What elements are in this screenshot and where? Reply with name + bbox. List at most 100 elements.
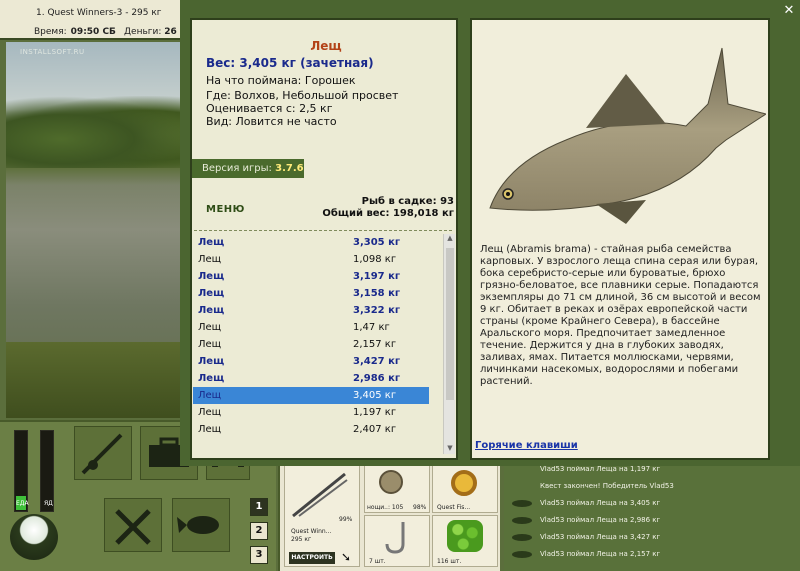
catch-row[interactable]: Лещ 3,427 кг — [193, 353, 429, 370]
catch-row[interactable]: Лещ 3,158 кг — [193, 285, 429, 302]
hook-icon — [385, 522, 405, 554]
keepnet-button[interactable] — [172, 498, 230, 552]
catch-fish-weight: 2,157 кг — [353, 339, 397, 350]
chat-line: Vlad53 поймал Леща на 2,986 кг — [512, 516, 660, 532]
caught-on: На что поймана: Горошек — [206, 74, 356, 87]
lake-view[interactable]: INSTALLSOFT.RU — [6, 42, 190, 418]
hook-count: 7 шт. — [369, 558, 386, 565]
reel-icon — [379, 470, 403, 494]
keepnet-count: Рыб в садке: 93 — [361, 196, 454, 207]
chat-text: Vlad53 поймал Леща на 3,427 кг — [540, 533, 661, 541]
catch-row[interactable]: Лещ 3,405 кг — [193, 387, 429, 404]
quest-status: 1. Quest Winners-3 - 295 кг — [36, 8, 162, 18]
catch-list[interactable]: Лещ 3,305 кг Лещ 1,098 кг Лещ 3,197 кг Лещ 3,15… — [193, 234, 429, 456]
version-badge: Версия игры: 3.7.6 — [192, 159, 304, 178]
catch-fish-weight: 3,427 кг — [353, 356, 401, 367]
hotkeys-link[interactable]: Горячие клавиши — [475, 440, 578, 451]
page-2-button[interactable]: 2 — [250, 522, 268, 540]
fish-icon — [512, 499, 532, 507]
valued-from: Оценивается с: 2,5 кг — [206, 102, 333, 115]
catch-fish-weight: 3,405 кг — [353, 390, 397, 401]
feed-pot-icon[interactable] — [10, 514, 58, 560]
catch-row[interactable]: Лещ 2,407 кг — [193, 421, 429, 438]
watermark: INSTALLSOFT.RU — [20, 48, 85, 56]
catch-row[interactable]: Лещ 3,322 кг — [193, 302, 429, 319]
catch-fish-weight: 1,197 кг — [353, 407, 397, 418]
catch-row[interactable]: Лещ 3,197 кг — [193, 268, 429, 285]
food-meter-label: ЕДА — [16, 500, 29, 507]
catch-row[interactable]: Лещ 1,098 кг — [193, 251, 429, 268]
catch-fish-name: Лещ — [198, 373, 225, 384]
chat-line: Vlad53 поймал Леща на 3,405 кг — [512, 499, 660, 515]
catch-list-scrollbar[interactable]: ▲ ▼ — [443, 234, 455, 454]
catch-fish-name: Лещ — [198, 288, 225, 299]
catch-fish-name: Лещ — [198, 271, 225, 282]
fish-title: Лещ — [310, 39, 342, 53]
shore — [6, 342, 190, 418]
bream-image — [489, 47, 766, 224]
fork-knife-icon — [115, 509, 151, 545]
catch-fish-weight: 1,098 кг — [353, 254, 397, 265]
game-time: Время: 09:50 СБ — [34, 27, 116, 37]
divider — [194, 230, 452, 231]
page-3-button[interactable]: 3 — [250, 546, 268, 564]
bait-slot[interactable]: 116 шт. — [432, 515, 498, 567]
catch-fish-name: Лещ — [198, 407, 222, 418]
rod-condition: 99% — [339, 516, 353, 523]
catch-location: Где: Волхов, Небольшой просвет — [206, 89, 399, 102]
catch-row[interactable]: Лещ 2,157 кг — [193, 336, 429, 353]
chat-line: Vlad53 поймал Леща на 3,427 кг — [512, 533, 660, 549]
line-slot[interactable]: Quest Fis... — [432, 465, 498, 513]
fish-weight: Вес: 3,405 кг (зачетная) — [206, 56, 374, 70]
catch-fish-weight: 3,158 кг — [353, 288, 401, 299]
page-1-button[interactable]: 1 — [250, 498, 268, 516]
chat-text: Квест закончен! Победитель Vlad53 — [540, 482, 674, 490]
version-label: Версия игры: — [202, 163, 272, 174]
time-label: Время: — [34, 27, 67, 37]
catch-fish-weight: 2,986 кг — [353, 373, 401, 384]
status-bar: 1. Quest Winners-3 - 295 кг Время: 09:50 … — [0, 0, 190, 40]
reel-condition: 98% — [413, 504, 427, 511]
money-label: Деньги: — [124, 27, 162, 37]
reel-slot[interactable]: нощи..: 105 98% — [364, 465, 430, 513]
line-label: Quest Fis... — [437, 504, 471, 511]
scroll-thumb[interactable] — [446, 248, 454, 400]
catch-fish-weight: 3,322 кг — [353, 305, 401, 316]
fish-icon — [512, 516, 532, 524]
catch-fish-name: Лещ — [198, 356, 225, 367]
scroll-up-icon[interactable]: ▲ — [445, 234, 455, 244]
chat-text: Vlad53 поймал Леща на 3,405 кг — [540, 499, 661, 507]
chat-line: Vlad53 поймал Леща на 1,197 кг — [512, 465, 660, 481]
rod-slot[interactable]: 99% Quest Winn... 295 кг НАСТРОИТЬ ➘ — [284, 465, 360, 567]
catch-fish-weight: 3,305 кг — [353, 237, 401, 248]
close-button[interactable]: ✕ — [782, 4, 796, 18]
money-value: 26 — [164, 27, 177, 37]
catch-row[interactable]: Лещ 2,986 кг — [193, 370, 429, 387]
fish-icon — [512, 533, 532, 541]
tree-line — [6, 96, 190, 168]
catch-fish-weight: 3,197 кг — [353, 271, 401, 282]
fish-kind: Вид: Ловится не часто — [206, 115, 337, 128]
setup-button[interactable]: НАСТРОИТЬ — [289, 552, 335, 564]
rods-button[interactable] — [74, 426, 132, 480]
catch-row[interactable]: Лещ 1,47 кг — [193, 319, 429, 336]
hook-slot[interactable]: 7 шт. — [364, 515, 430, 567]
chat-line: Vlad53 поймал Леща на 2,157 кг — [512, 550, 660, 566]
eat-button[interactable] — [104, 498, 162, 552]
time-value: 09:50 СБ — [70, 27, 116, 37]
catch-row[interactable]: Лещ 3,305 кг — [193, 234, 429, 251]
peas-icon — [447, 520, 483, 552]
catch-fish-name: Лещ — [198, 322, 222, 333]
catch-fish-name: Лещ — [198, 305, 225, 316]
fish-icon — [512, 550, 532, 558]
line-spool-icon — [451, 470, 477, 496]
fishing-rod-icon — [81, 433, 123, 475]
catch-fish-weight: 1,47 кг — [353, 322, 390, 333]
scroll-down-icon[interactable]: ▼ — [445, 444, 455, 454]
chat-log[interactable]: Vlad53 поймал Леща на 1,197 кг Квест зако… — [504, 461, 800, 571]
chat-text: Vlad53 поймал Леща на 2,157 кг — [540, 550, 661, 558]
catch-row[interactable]: Лещ 1,197 кг — [193, 404, 429, 421]
version-value: 3.7.6 — [275, 163, 304, 174]
rod-name: Quest Winn... — [291, 528, 332, 535]
menu-button[interactable]: МЕНЮ — [206, 204, 245, 215]
